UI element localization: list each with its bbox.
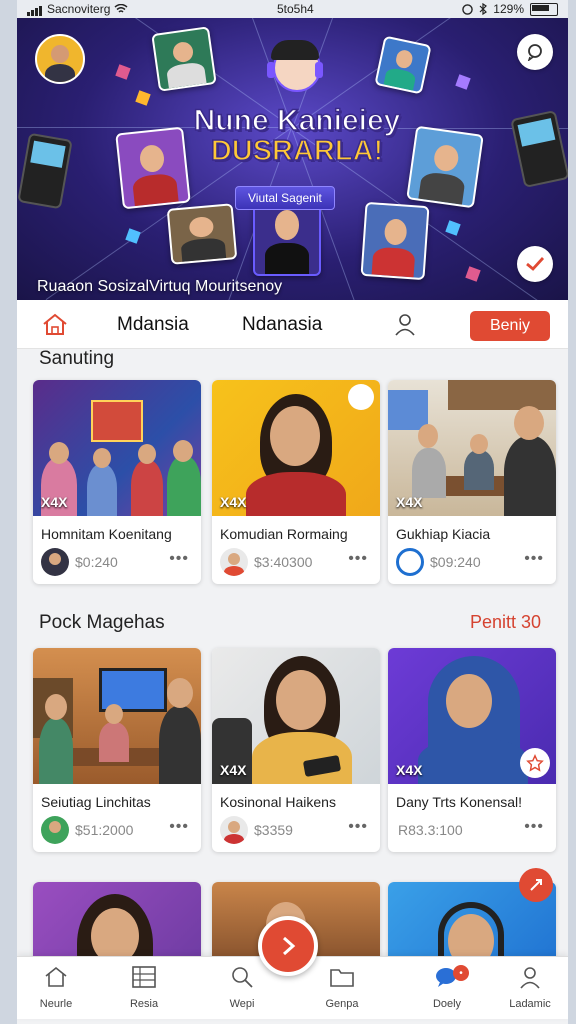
nav-tab-mdansia[interactable]: Mdansia (117, 314, 189, 336)
hero-photo-card (360, 201, 430, 281)
card-avatar (220, 548, 248, 576)
tab-resia[interactable]: Resia (109, 965, 179, 1010)
status-bar: Sacnoviterg 5to5h4 129% (17, 0, 568, 18)
hero-caption: Ruaaon SosizalVirtuq Mouritsenoy (37, 278, 283, 295)
signal-icon (27, 2, 43, 16)
battery-icon (530, 2, 558, 16)
more-options-icon[interactable]: ••• (348, 818, 368, 836)
check-button[interactable] (517, 246, 553, 282)
card-price: R83.3:100 (398, 822, 463, 838)
primary-action-button[interactable]: Beniy (470, 311, 550, 341)
star-icon (526, 754, 544, 772)
content-card[interactable]: Seiutiag Linchitas $51:2000 ••• (33, 648, 201, 852)
check-icon (526, 257, 545, 271)
hero-photo-card (151, 26, 217, 92)
card-tag: X4X (220, 494, 247, 510)
card-title: Homnitam Koenitang (41, 526, 172, 542)
card-title: Kosinonal Haikens (220, 794, 336, 810)
content-card[interactable]: X4X Gukhiap Kiacia $09:240 ••• (388, 380, 556, 584)
card-tag: X4X (220, 762, 247, 778)
favorite-button[interactable] (520, 748, 550, 778)
card-avatar (220, 816, 248, 844)
card-price: $09:240 (430, 554, 481, 570)
alarm-icon (462, 3, 474, 15)
hero-title: Nune Kanieiey DUSRARLA! (193, 104, 401, 167)
person-icon[interactable] (393, 312, 417, 336)
card-price: $3:40300 (254, 554, 313, 570)
card-tag: X4X (41, 494, 68, 510)
bluetooth-icon (479, 3, 488, 15)
more-options-icon[interactable]: ••• (524, 550, 544, 568)
nav-tab-ndanasia[interactable]: Ndanasia (242, 314, 322, 336)
more-options-icon[interactable]: ••• (524, 818, 544, 836)
phone-illustration (17, 132, 73, 210)
chat-icon (527, 44, 542, 61)
tab-doely[interactable]: Doely • (412, 965, 482, 1010)
card-price: $0:240 (75, 554, 118, 570)
clock: 5to5h4 (276, 2, 314, 16)
chat-bubble-button[interactable] (517, 34, 553, 70)
tab-home[interactable]: Neurle (21, 965, 91, 1010)
sticker-icon (348, 384, 374, 410)
card-tag: X4X (396, 494, 423, 510)
grid-icon (132, 966, 156, 988)
wifi-icon (114, 4, 128, 13)
hero-banner[interactable]: Nune Kanieiey DUSRARLA! Viutal Sagenit R… (17, 18, 568, 300)
tab-genpa[interactable]: Genpa (307, 965, 377, 1010)
phone-illustration (510, 109, 568, 189)
card-title: Seiutiag Linchitas (41, 794, 151, 810)
content-card[interactable]: X4X Dany Trts Konensal! R83.3:100 ••• (388, 648, 556, 852)
notification-badge: • (453, 965, 469, 981)
hero-pill[interactable]: Viutal Sagenit (235, 186, 335, 210)
section-title: Sanuting (39, 348, 115, 369)
search-icon (232, 967, 253, 988)
carrier-label: Sacnoviterg (47, 2, 111, 16)
folder-icon (330, 969, 354, 987)
card-title: Gukhiap Kiacia (396, 526, 491, 542)
hero-photo-card (166, 203, 238, 265)
card-avatar (396, 548, 424, 576)
content-card[interactable]: X4X Komudian Rormaing $3:40300 ••• (212, 380, 380, 584)
section-title: Pock Magehas (39, 612, 165, 633)
home-icon[interactable] (41, 312, 69, 336)
top-nav: Mdansia Ndanasia Beniy (17, 300, 568, 349)
app-screen: Sacnoviterg 5to5h4 129% Nune Kanieiey DU… (17, 0, 568, 1024)
user-avatar[interactable] (35, 34, 85, 84)
card-title: Komudian Rormaing (220, 526, 348, 542)
card-image (33, 648, 201, 784)
fab-next-button[interactable] (258, 916, 318, 976)
content-card[interactable]: X4X Kosinonal Haikens $3359 ••• (212, 648, 380, 852)
see-all-link[interactable]: Penitt 30 (470, 612, 541, 633)
card-price: $51:2000 (75, 822, 134, 838)
card-tag: X4X (396, 762, 423, 778)
battery-percent: 129% (493, 2, 524, 16)
hero-photo-card (374, 35, 432, 95)
card-price: $3359 (254, 822, 293, 838)
card-avatar (41, 548, 69, 576)
mascot-character (267, 38, 323, 98)
card-title: Dany Trts Konensal! (396, 794, 523, 810)
share-button[interactable] (519, 868, 553, 902)
tab-wepi[interactable]: Wepi (207, 965, 277, 1010)
content-card[interactable]: X4X Homnitam Koenitang $0:240 ••• (33, 380, 201, 584)
share-icon (530, 879, 542, 891)
more-options-icon[interactable]: ••• (348, 550, 368, 568)
home-icon (45, 966, 67, 987)
more-options-icon[interactable]: ••• (169, 818, 189, 836)
more-options-icon[interactable]: ••• (169, 550, 189, 568)
tab-ladamic[interactable]: Ladamic (495, 965, 565, 1010)
chevron-right-icon (283, 936, 296, 956)
card-avatar (41, 816, 69, 844)
person-icon (520, 967, 540, 989)
